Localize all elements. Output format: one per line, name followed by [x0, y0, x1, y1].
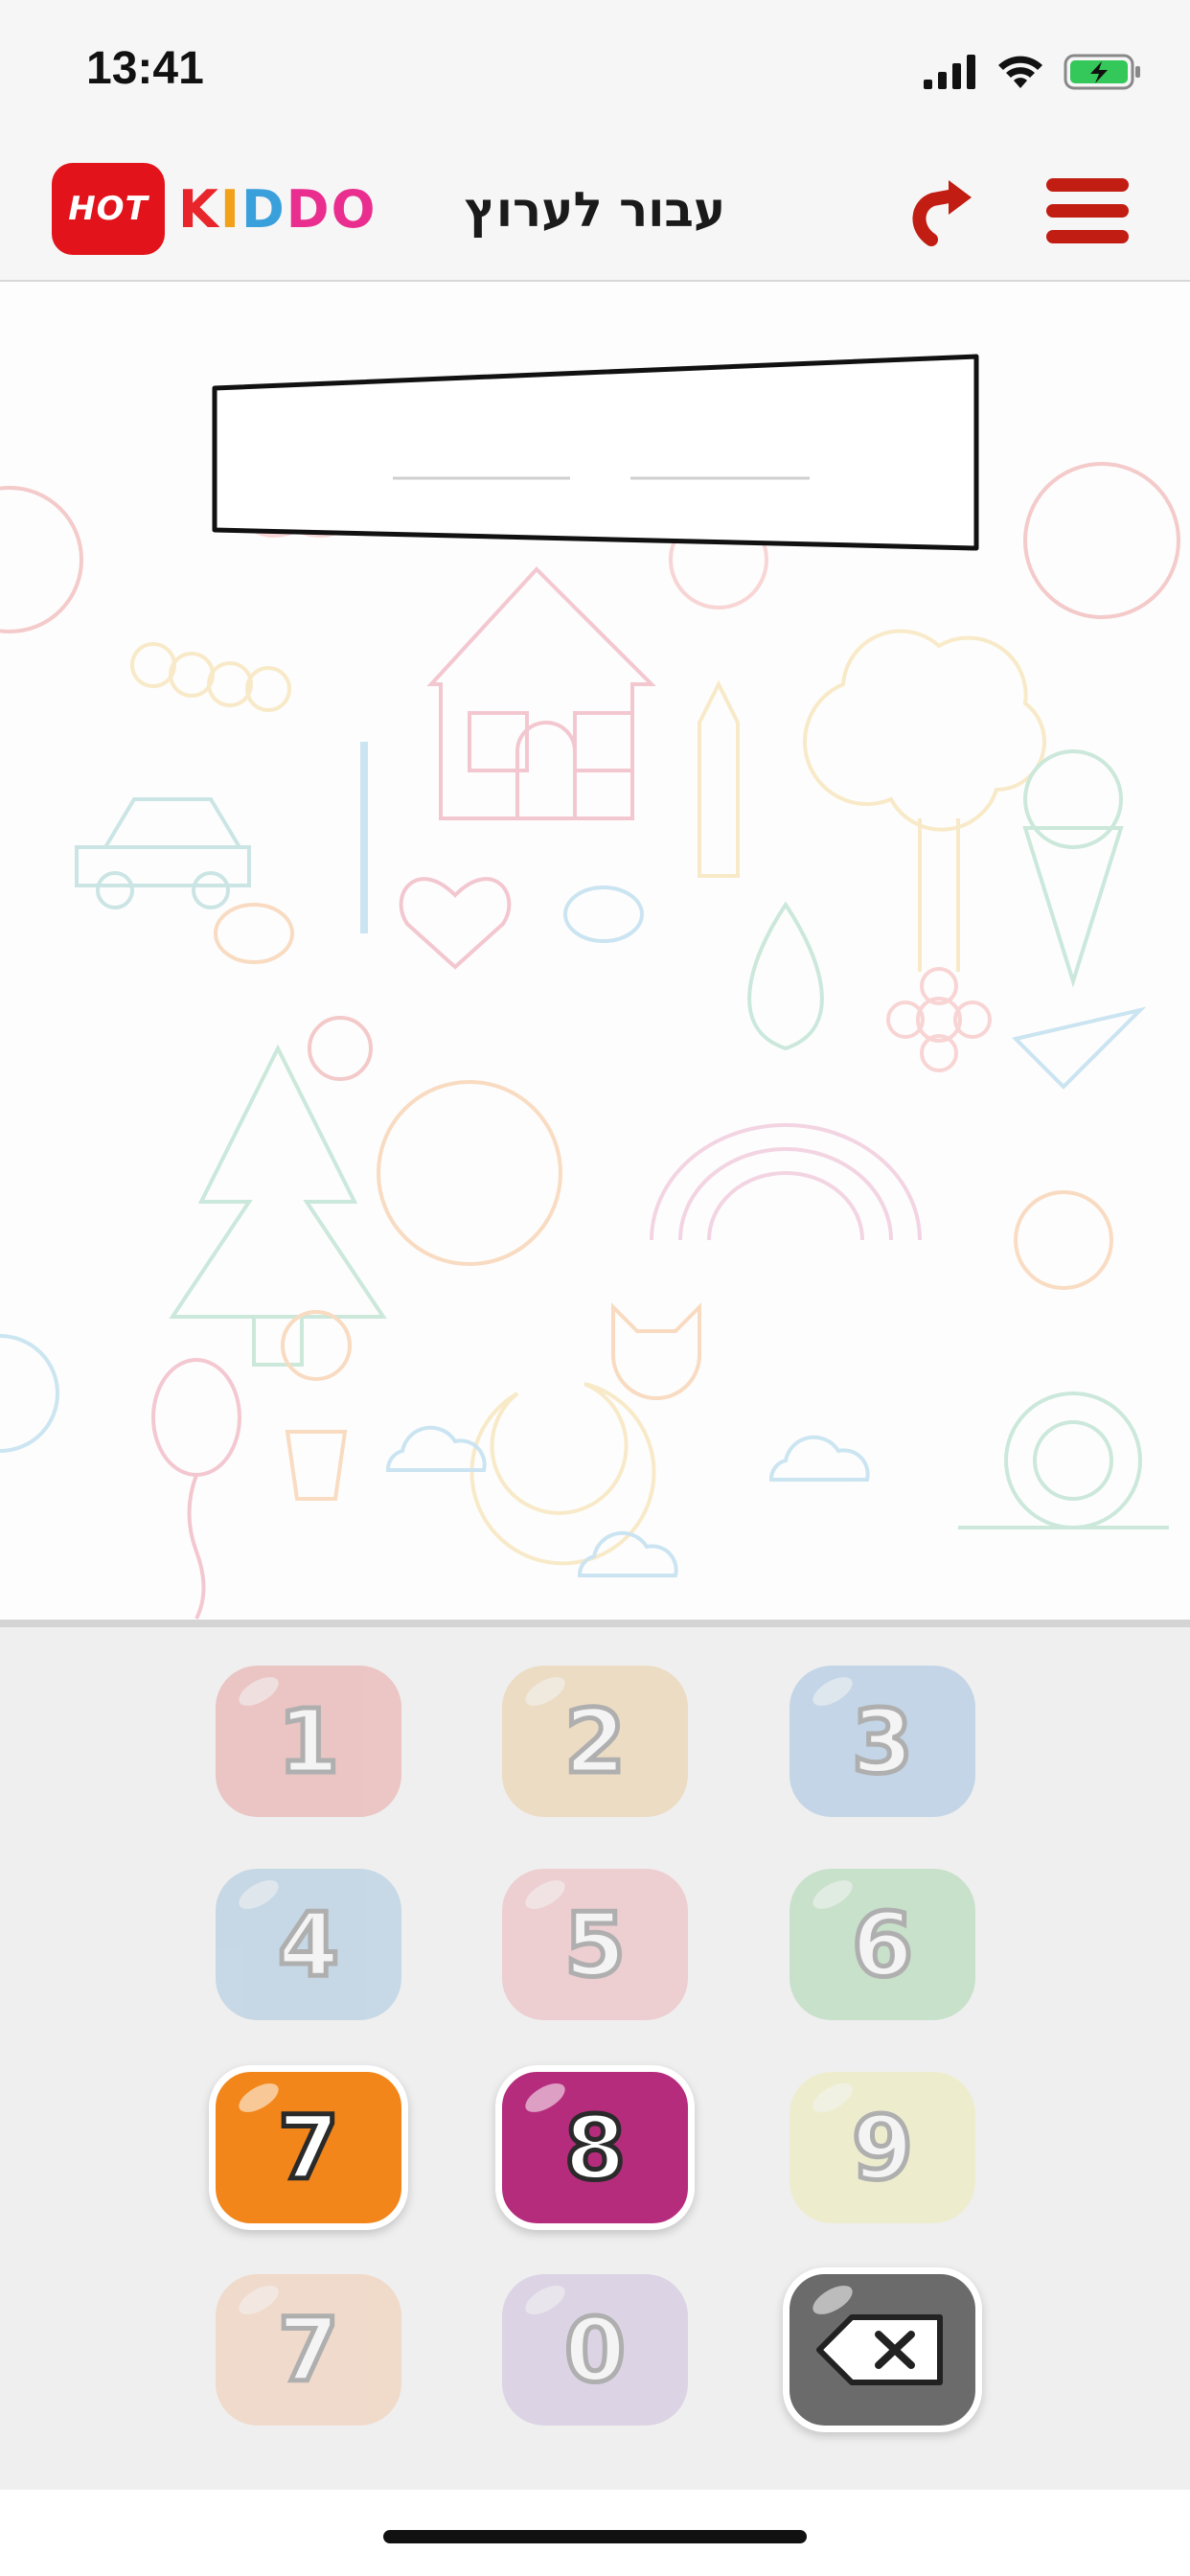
keypad-divider	[0, 1620, 1190, 1627]
status-icons	[924, 48, 1142, 96]
battery-charging-icon	[1064, 54, 1140, 90]
key-label: 7	[275, 2094, 341, 2201]
wifi-icon	[998, 56, 1042, 88]
number-keypad: 1 2 3 4 5 6 7 8 9 7 0	[0, 1627, 1190, 2490]
key-label: 6	[849, 1891, 915, 1998]
key-label: 3	[849, 1688, 915, 1795]
app-header: HOT K I D D O עבור לערוץ	[0, 144, 1190, 282]
key-label: 7	[275, 2296, 341, 2404]
key-5[interactable]: 5	[502, 1869, 688, 2020]
doodle-background	[0, 282, 1190, 1620]
key-label: 1	[275, 1688, 341, 1795]
key-label: 2	[561, 1688, 628, 1795]
key-9[interactable]: 9	[790, 2072, 975, 2223]
backspace-icon	[816, 2314, 943, 2385]
redo-arrow-icon[interactable]	[910, 172, 977, 249]
key-label: 4	[275, 1891, 341, 1998]
cellular-signal-icon	[924, 55, 975, 89]
status-bar: 13:41	[0, 0, 1190, 144]
key-0[interactable]: 0	[502, 2274, 688, 2426]
key-8[interactable]: 8	[495, 2065, 695, 2230]
status-time: 13:41	[86, 43, 204, 94]
key-2[interactable]: 2	[502, 1666, 688, 1817]
key-3[interactable]: 3	[790, 1666, 975, 1817]
key-7-bottom[interactable]: 7	[216, 2274, 401, 2426]
key-label: 0	[561, 2296, 628, 2404]
home-indicator[interactable]	[383, 2530, 807, 2543]
hamburger-menu-icon[interactable]	[1046, 178, 1129, 243]
key-1[interactable]: 1	[216, 1666, 401, 1817]
channel-number-display	[212, 354, 979, 551]
key-7[interactable]: 7	[209, 2065, 408, 2230]
key-label: 9	[849, 2094, 915, 2201]
backspace-button[interactable]	[783, 2267, 982, 2432]
key-label: 5	[561, 1891, 628, 1998]
page-title: עבור לערוץ	[464, 182, 726, 238]
key-4[interactable]: 4	[216, 1869, 401, 2020]
key-label: 8	[561, 2094, 628, 2201]
key-6[interactable]: 6	[790, 1869, 975, 2020]
